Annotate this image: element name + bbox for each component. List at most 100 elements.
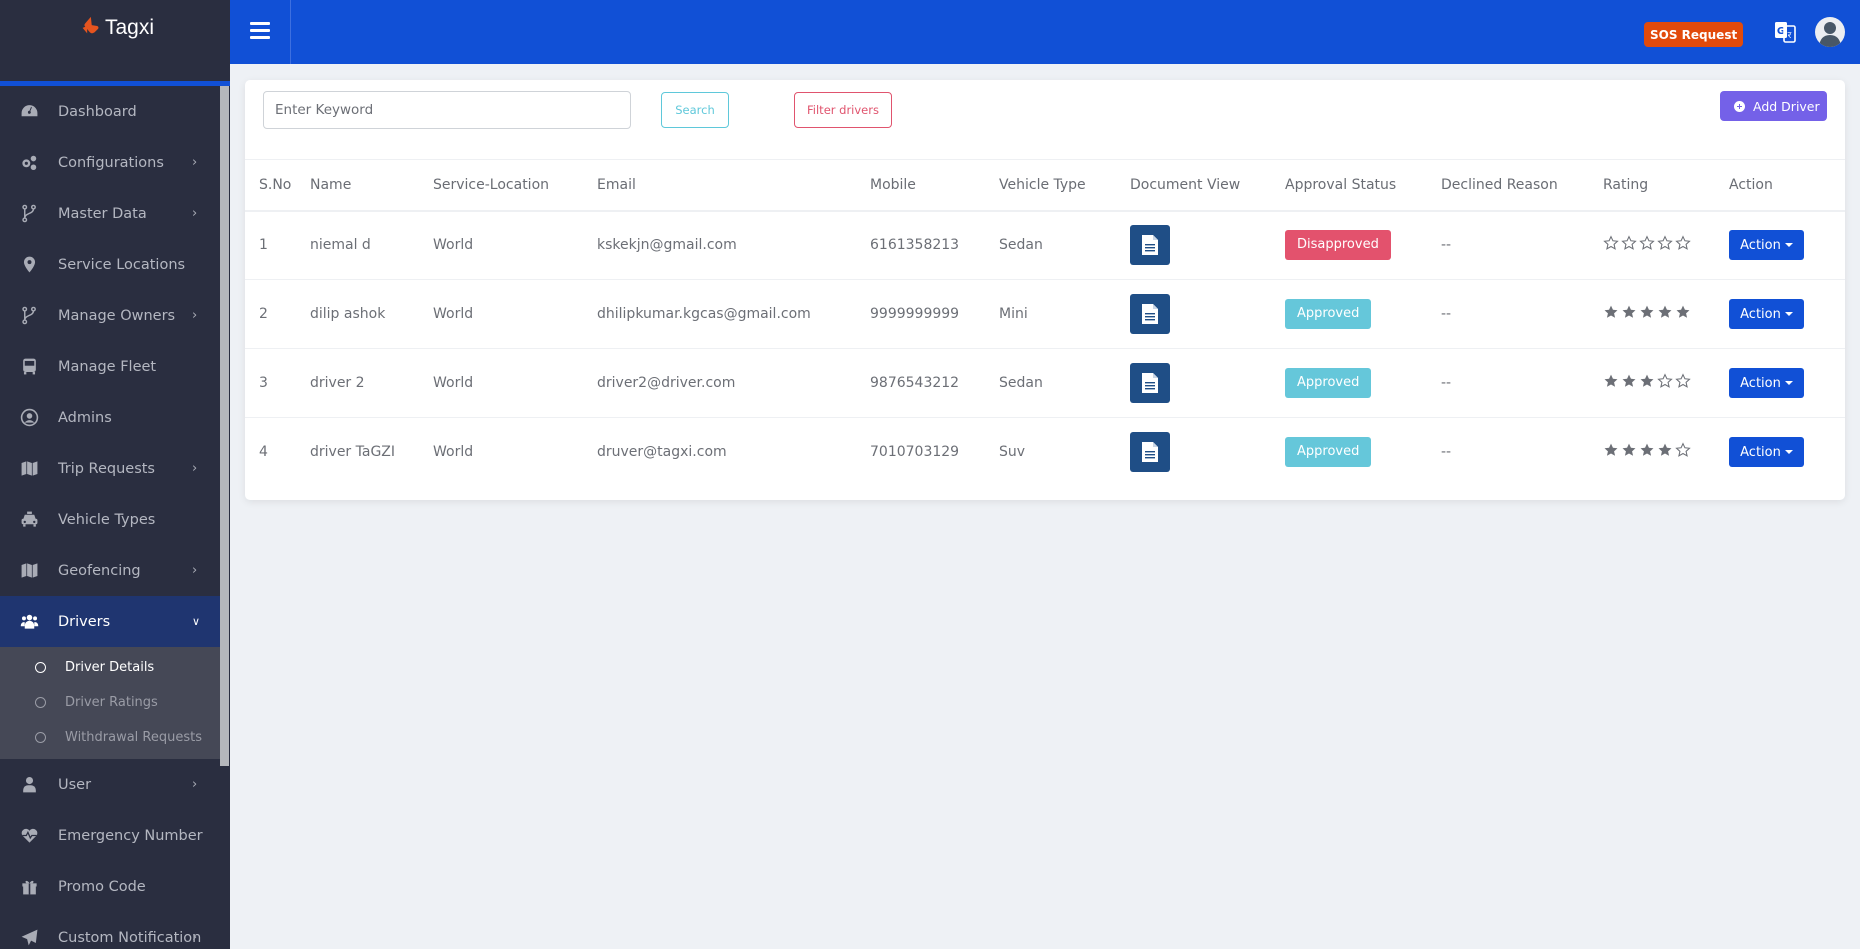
sidebar-item-dashboard[interactable]: Dashboard <box>0 86 220 137</box>
sidebar-item-label: Dashboard <box>58 103 137 120</box>
sidebar-item-manage-owners[interactable]: Manage Owners › <box>0 290 220 341</box>
sidebar-item-service-locations[interactable]: Service Locations <box>0 239 220 290</box>
sidebar-item-drivers[interactable]: Drivers ∨ <box>0 596 220 647</box>
cell-mobile: 9876543212 <box>870 375 960 391</box>
col-declined-reason: Declined Reason <box>1441 176 1558 193</box>
file-text-icon <box>1142 235 1158 256</box>
star-empty-icon <box>1657 373 1673 393</box>
cell-document-view <box>1130 280 1285 349</box>
sidebar-item-trip-requests[interactable]: Trip Requests › <box>0 443 220 494</box>
keyword-search-input[interactable] <box>263 91 631 129</box>
chevron-right-icon: › <box>192 206 198 221</box>
cell-name: niemal d <box>310 237 371 254</box>
approval-status-badge: Approved <box>1285 437 1372 468</box>
sidebar-item-configurations[interactable]: Configurations › <box>0 137 220 188</box>
cell-rating <box>1603 418 1729 487</box>
action-dropdown-button[interactable]: Action <box>1729 437 1804 468</box>
caret-down-icon <box>1784 381 1793 385</box>
col-service-location: Service-Location <box>433 176 550 193</box>
sos-request-button[interactable]: SOS Request <box>1644 22 1744 47</box>
file-text-icon <box>1142 373 1158 393</box>
sidebar-item-promo-code[interactable]: Promo Code <box>0 861 220 912</box>
sidebar-scrollbar-thumb[interactable] <box>220 86 229 766</box>
star-empty-icon <box>1657 235 1673 255</box>
table-row: 3 driver 2 World driver2@driver.com 98765432… <box>245 349 1845 418</box>
sidebar-item-user[interactable]: User › <box>0 759 220 810</box>
document-view-button[interactable] <box>1130 294 1170 334</box>
action-dropdown-button[interactable]: Action <box>1729 230 1804 261</box>
cell-name: driver 2 <box>310 375 365 391</box>
submenu-item-label: Driver Details <box>65 660 155 675</box>
col-sno: S.No <box>259 176 292 193</box>
chevron-down-icon: ∨ <box>192 615 201 628</box>
document-view-button[interactable] <box>1130 432 1170 473</box>
circle-icon <box>35 697 46 708</box>
cell-declined-reason: -- <box>1441 306 1452 322</box>
sidebar-item-label: Admins <box>58 409 112 426</box>
action-dropdown-button[interactable]: Action <box>1729 299 1804 329</box>
search-button[interactable]: Search <box>661 92 729 128</box>
cell-email: druver@tagxi.com <box>597 444 727 461</box>
map-marker-icon <box>19 255 39 275</box>
cell-mobile: 6161358213 <box>870 237 960 254</box>
file-text-icon <box>1142 304 1158 324</box>
hamburger-icon[interactable] <box>250 22 270 40</box>
sidebar-item-master-data[interactable]: Master Data › <box>0 188 220 239</box>
sidebar-item-label: Drivers <box>58 613 111 630</box>
sidebar-item-label: Vehicle Types <box>58 511 156 528</box>
submenu-item-driver-ratings[interactable]: Driver Ratings <box>0 685 220 720</box>
chevron-right-icon: › <box>192 155 198 170</box>
filter-drivers-button[interactable]: Filter drivers <box>794 92 892 128</box>
star-filled-icon <box>1657 442 1673 462</box>
star-filled-icon <box>1639 442 1655 462</box>
cogs-icon <box>19 153 39 173</box>
rating-stars <box>1603 235 1729 255</box>
rating-stars <box>1603 442 1729 462</box>
taxi-icon <box>19 510 39 530</box>
sidebar-item-emergency-number[interactable]: Emergency Number <box>0 810 220 861</box>
star-empty-icon <box>1675 235 1691 255</box>
sidebar-item-label: Service Locations <box>58 256 186 273</box>
sidebar-item-label: Configurations <box>58 154 164 171</box>
cell-sno: 2 <box>259 306 268 322</box>
submenu-item-label: Driver Ratings <box>65 695 158 710</box>
col-email: Email <box>597 176 636 193</box>
user-circle-icon <box>19 408 39 428</box>
cell-rating <box>1603 349 1729 418</box>
submenu-item-driver-details[interactable]: Driver Details <box>0 650 220 685</box>
cell-approval-status: Approved <box>1285 349 1441 418</box>
submenu-item-label: Withdrawal Requests <box>65 730 203 745</box>
star-filled-icon <box>1603 304 1619 324</box>
sidebar-item-manage-fleet[interactable]: Manage Fleet <box>0 341 220 392</box>
cell-rating <box>1603 280 1729 349</box>
document-view-button[interactable] <box>1130 225 1170 266</box>
sidebar-item-custom-notification[interactable]: Custom Notification › <box>0 912 220 949</box>
circle-icon <box>35 732 46 743</box>
col-approval-status: Approval Status <box>1285 176 1397 193</box>
submenu-item-withdrawal-requests[interactable]: Withdrawal Requests <box>0 720 220 755</box>
brand[interactable]: Tagxi <box>0 0 230 86</box>
sidebar-item-geofencing[interactable]: Geofencing › <box>0 545 220 596</box>
add-driver-button[interactable]: Add Driver <box>1720 91 1827 121</box>
code-branch-icon <box>19 204 39 224</box>
sidebar-item-vehicle-types[interactable]: Vehicle Types <box>0 494 220 545</box>
action-dropdown-button[interactable]: Action <box>1729 368 1804 398</box>
cell-name: dilip ashok <box>310 306 386 322</box>
table-row: 1 niemal d World kskekjn@gmail.com 616135821… <box>245 211 1845 280</box>
star-empty-icon <box>1639 235 1655 255</box>
drivers-submenu: Driver Details Driver Ratings Withdrawal R… <box>0 647 220 759</box>
google-translate-icon[interactable]: G र <box>1773 20 1797 44</box>
drivers-card: Search Filter drivers Add Driver S.No Na… <box>245 80 1845 500</box>
sidebar-item-label: Geofencing <box>58 562 141 579</box>
table-row: 2 dilip ashok World dhilipkumar.kgcas@gmail… <box>245 280 1845 349</box>
topbar: SOS Request G र <box>230 0 1860 64</box>
sidebar-item-admins[interactable]: Admins <box>0 392 220 443</box>
sidebar-item-label: Custom Notification <box>58 929 202 946</box>
action-label: Action <box>1740 306 1781 322</box>
user-avatar-icon[interactable] <box>1815 17 1845 47</box>
sidebar-item-label: Emergency Number <box>58 827 203 844</box>
cell-sno: 1 <box>259 237 268 254</box>
document-view-button[interactable] <box>1130 363 1170 403</box>
user-icon <box>19 775 39 795</box>
star-empty-icon <box>1675 373 1691 393</box>
